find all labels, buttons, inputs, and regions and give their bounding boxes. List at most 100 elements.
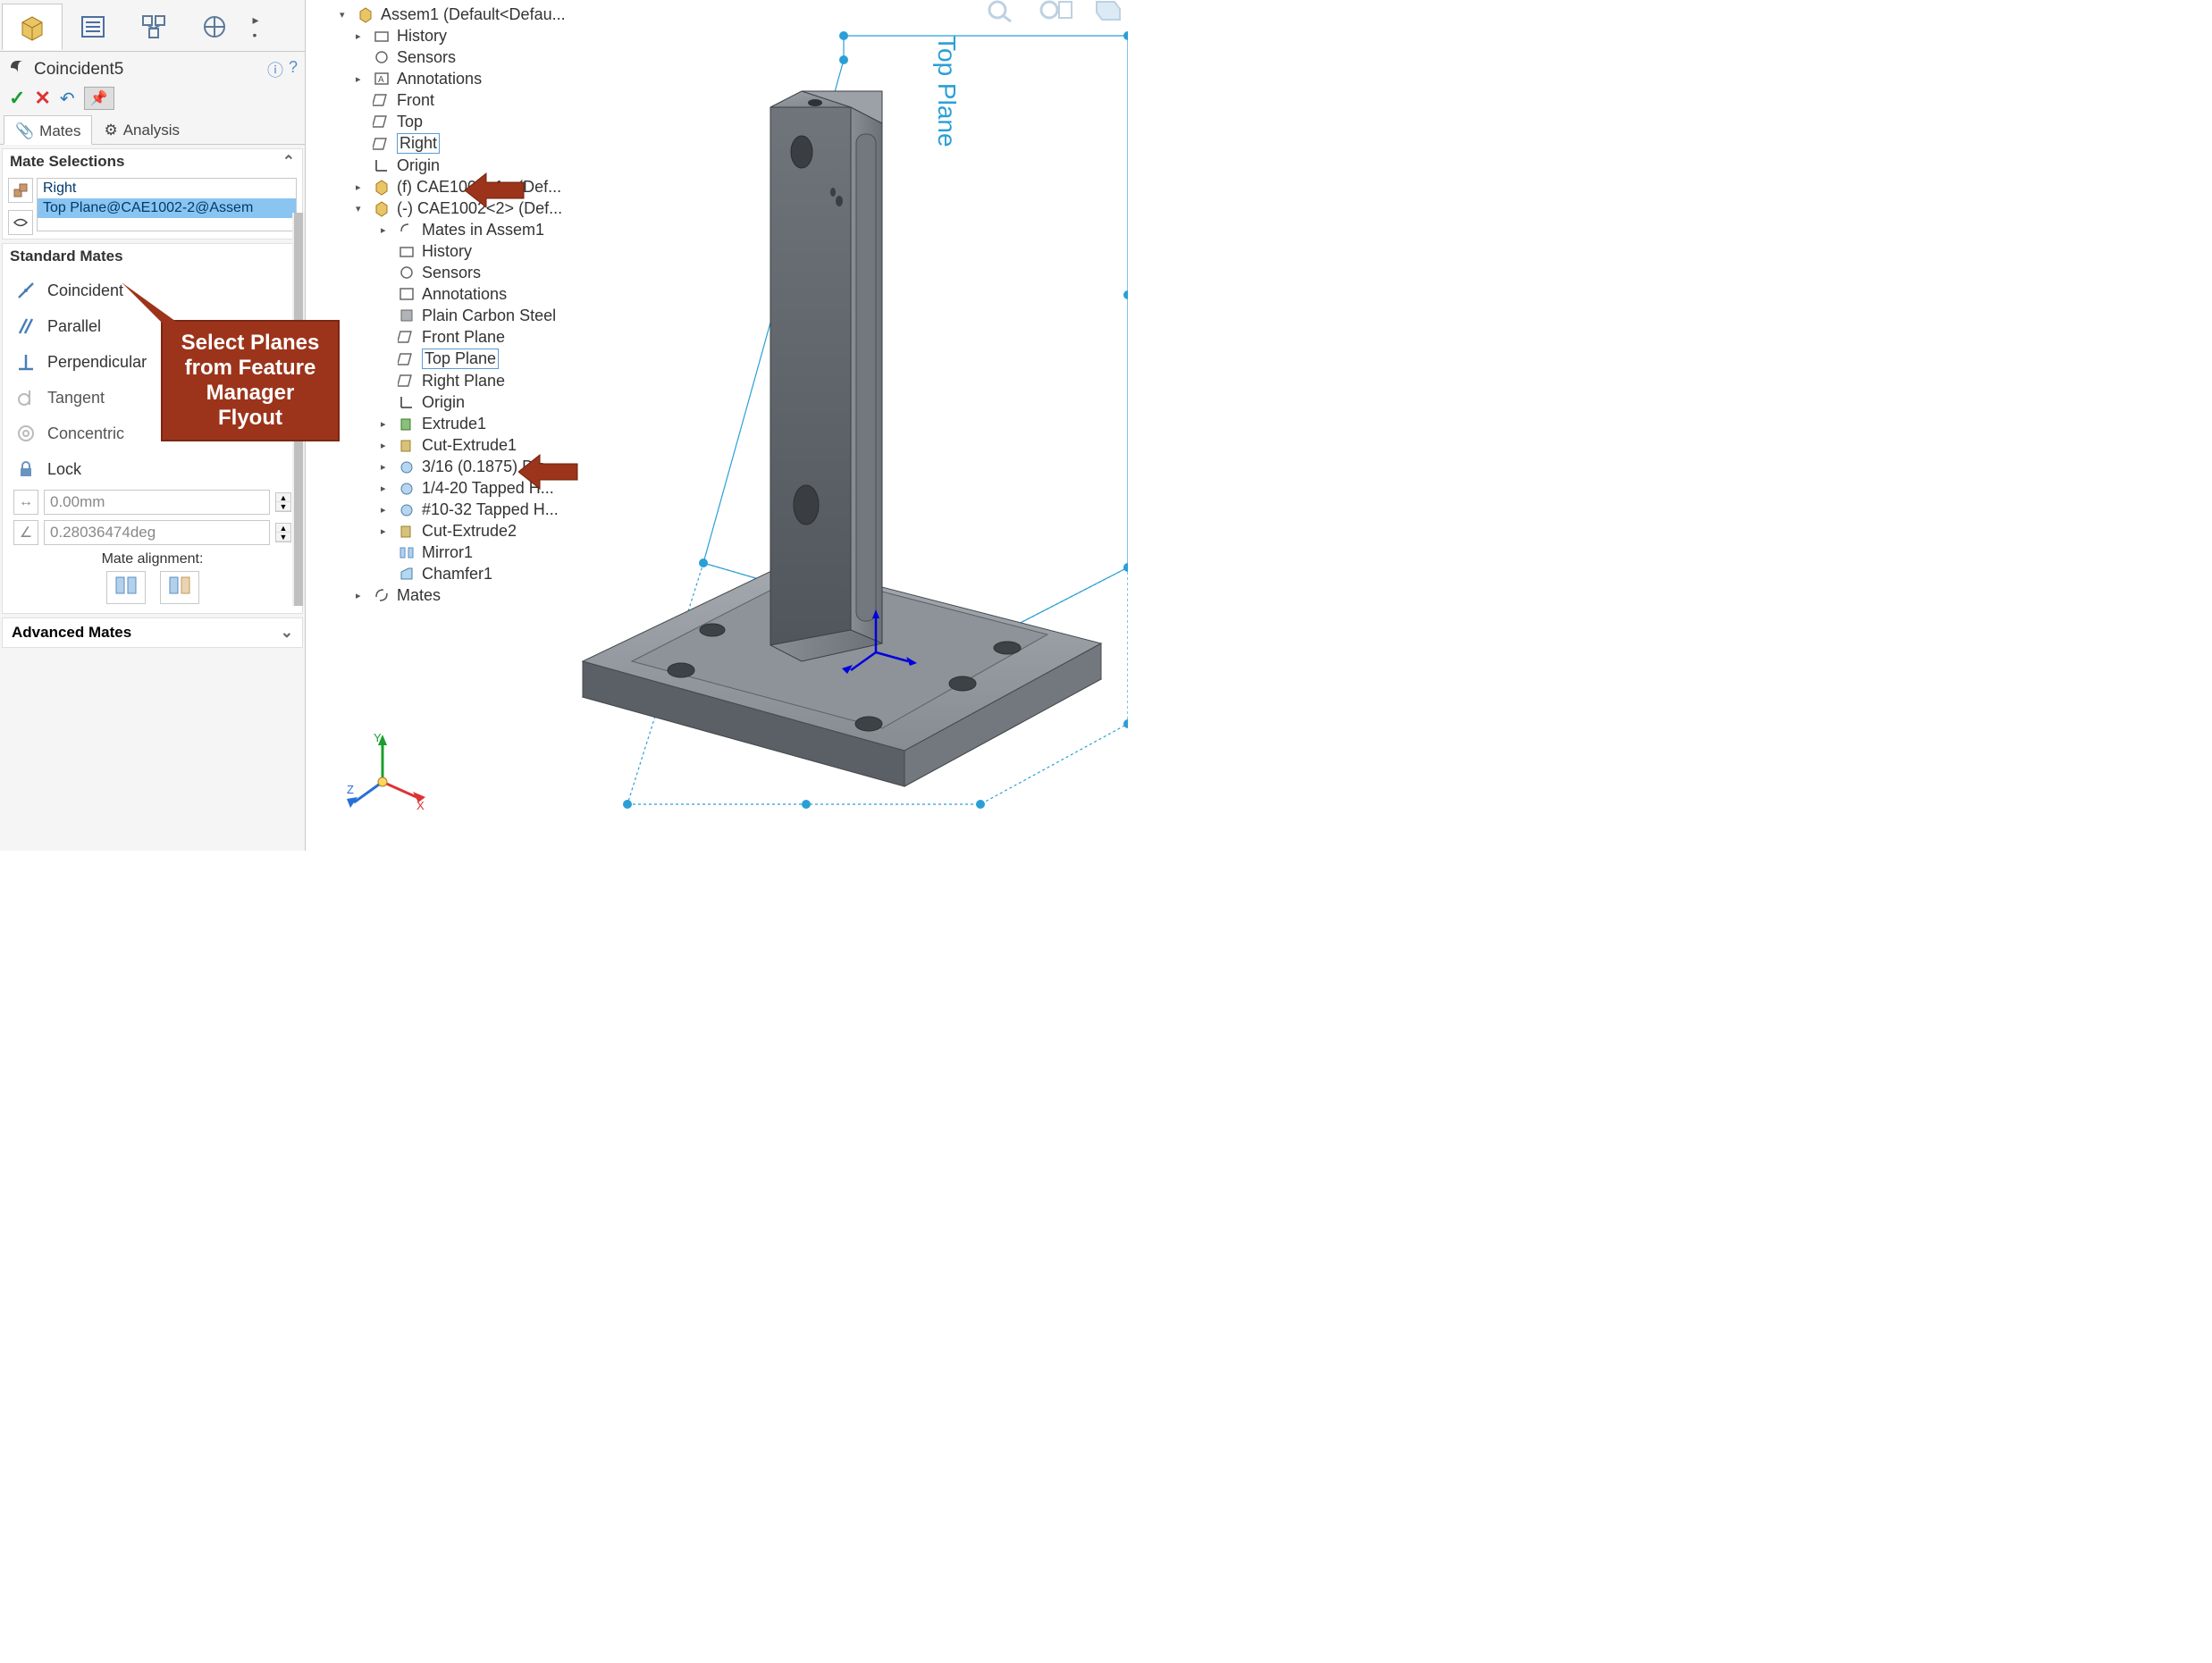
expand-toggle-icon[interactable]: ▸: [381, 483, 391, 494]
multi-mate-button[interactable]: [8, 210, 33, 235]
entity-selector-button[interactable]: [8, 178, 33, 203]
selection-item-1[interactable]: Right: [38, 179, 296, 198]
expand-toggle-icon[interactable]: ▸: [356, 30, 366, 42]
cut-icon: [397, 521, 416, 541]
advanced-mates-head[interactable]: Advanced Mates ⌄: [2, 617, 303, 648]
expand-toggle-icon[interactable]: ▸: [381, 224, 391, 236]
pm-control-row: ✓ ✕ ↶ 📌: [0, 83, 305, 115]
tree-mates-folder[interactable]: ▸ Mates: [338, 584, 606, 606]
tree-comp2-material[interactable]: Plain Carbon Steel: [338, 305, 606, 326]
angle-input[interactable]: [44, 520, 270, 545]
help-detailed-icon[interactable]: ⓘ: [267, 58, 283, 81]
zoom-fit-icon[interactable]: [984, 0, 1023, 28]
tree-comp2-origin[interactable]: Origin: [338, 391, 606, 413]
collapse-toggle-icon[interactable]: ▾: [340, 9, 350, 21]
advanced-mates-label: Advanced Mates: [12, 624, 131, 642]
tree-extrude1[interactable]: ▸Extrude1: [338, 413, 606, 434]
tree-comp2-sensors[interactable]: Sensors: [338, 262, 606, 283]
standard-mates-label: Standard Mates: [10, 248, 123, 265]
mirror-icon: [397, 542, 416, 562]
mate-lock[interactable]: Lock: [8, 451, 297, 487]
mate-selections-label: Mate Selections: [10, 153, 125, 171]
tree-mates-folder-label: Mates: [397, 586, 441, 605]
feature-manager-tab[interactable]: [2, 4, 63, 50]
tree-mates-in-assem[interactable]: ▸Mates in Assem1: [338, 219, 606, 240]
gear-icon: ⚙: [104, 122, 117, 139]
expand-icon: ⌄: [281, 624, 293, 642]
material-icon: [397, 306, 416, 325]
plane-icon: [372, 90, 391, 110]
tree-comp2-origin-label: Origin: [422, 393, 465, 412]
axis-triad[interactable]: Y X Z: [347, 733, 427, 813]
mate-selection-list[interactable]: Right Top Plane@CAE1002-2@Assem: [37, 178, 297, 231]
annotation-arrow-2: [518, 449, 581, 494]
flyout-feature-tree[interactable]: ▾ Assem1 (Default<Defau... ▸History Sens…: [338, 4, 606, 606]
ok-button[interactable]: ✓: [9, 87, 25, 110]
expand-toggle-icon[interactable]: ▸: [381, 461, 391, 473]
distance-spinner[interactable]: ▲▼: [275, 492, 291, 512]
analysis-tab[interactable]: ⚙ Analysis: [92, 115, 191, 144]
svg-text:A: A: [378, 75, 384, 85]
expand-toggle-icon[interactable]: ▸: [381, 440, 391, 451]
expand-toggle-icon[interactable]: ▸: [356, 73, 366, 85]
dimxpert-manager-tab[interactable]: [184, 4, 245, 50]
configuration-manager-tab[interactable]: [123, 4, 184, 50]
tree-front-plane[interactable]: Front: [338, 89, 606, 111]
tree-annotations-label: Annotations: [397, 70, 482, 88]
tree-annotations[interactable]: ▸ A Annotations: [338, 68, 606, 89]
tree-comp2-history[interactable]: History: [338, 240, 606, 262]
tree-hole3[interactable]: ▸#10-32 Tapped H...: [338, 499, 606, 520]
tree-cutextrude2-label: Cut-Extrude2: [422, 522, 517, 541]
pm-subtabs: 📎 Mates ⚙ Analysis: [0, 115, 305, 145]
distance-row: ↔ ▲▼: [8, 487, 297, 517]
expand-toggle-icon[interactable]: ▸: [381, 525, 391, 537]
tree-chamfer1[interactable]: Chamfer1: [338, 563, 606, 584]
tree-cutextrude2[interactable]: ▸ Cut-Extrude2: [338, 520, 606, 542]
plane-icon: [372, 134, 391, 154]
property-manager-tab[interactable]: [63, 4, 123, 50]
plane-icon: [372, 112, 391, 131]
collapse-toggle-icon[interactable]: ▾: [356, 203, 366, 214]
zoom-area-icon[interactable]: [1036, 0, 1075, 28]
expand-toggle-icon[interactable]: ▸: [381, 418, 391, 430]
tree-history[interactable]: ▸History: [338, 25, 606, 46]
selection-item-2[interactable]: Top Plane@CAE1002-2@Assem: [38, 198, 296, 218]
extrude-icon: [397, 414, 416, 433]
pin-button[interactable]: 📌: [84, 87, 114, 110]
angle-spinner[interactable]: ▲▼: [275, 523, 291, 542]
cut-icon: [397, 435, 416, 455]
tree-comp2-top[interactable]: Top Plane: [338, 348, 606, 370]
tree-top-plane[interactable]: Top: [338, 111, 606, 132]
tree-comp2-right[interactable]: Right Plane: [338, 370, 606, 391]
part-icon: [372, 177, 391, 197]
tree-right-plane[interactable]: Right: [338, 132, 606, 155]
tree-comp2-annotations-label: Annotations: [422, 285, 507, 304]
origin-icon: [372, 155, 391, 175]
svg-text:Y: Y: [374, 733, 382, 744]
standard-mates-head[interactable]: Standard Mates: [3, 244, 302, 269]
anti-aligned-button[interactable]: [160, 571, 199, 604]
tree-sensors[interactable]: Sensors: [338, 46, 606, 68]
view-orientation-icon[interactable]: [1088, 0, 1127, 28]
help-icon[interactable]: ?: [289, 58, 298, 81]
cancel-button[interactable]: ✕: [34, 87, 50, 110]
expand-toggle-icon[interactable]: ▸: [381, 504, 391, 516]
mate-selections-head[interactable]: Mate Selections ⌃: [3, 149, 302, 174]
expand-toggle-icon[interactable]: ▸: [356, 590, 366, 601]
callout-line3: Manager Flyout: [175, 381, 325, 431]
view-toolbar-partial: [984, 0, 1127, 28]
panel-tabs-overflow[interactable]: ▸•: [245, 4, 266, 51]
undo-button[interactable]: ↶: [60, 88, 75, 110]
tree-comp2-annotations[interactable]: Annotations: [338, 283, 606, 305]
svg-text:Z: Z: [347, 783, 354, 796]
parallel-icon: [13, 314, 38, 339]
distance-input[interactable]: [44, 490, 270, 515]
aligned-button[interactable]: [106, 571, 146, 604]
tree-comp2-right-label: Right Plane: [422, 372, 505, 391]
pm-header: Coincident5 ⓘ ?: [0, 52, 305, 83]
tree-mirror1[interactable]: Mirror1: [338, 542, 606, 563]
mates-tab[interactable]: 📎 Mates: [4, 115, 92, 145]
tree-comp2-front[interactable]: Front Plane: [338, 326, 606, 348]
expand-toggle-icon[interactable]: ▸: [356, 181, 366, 193]
tree-root[interactable]: ▾ Assem1 (Default<Defau...: [338, 4, 606, 25]
